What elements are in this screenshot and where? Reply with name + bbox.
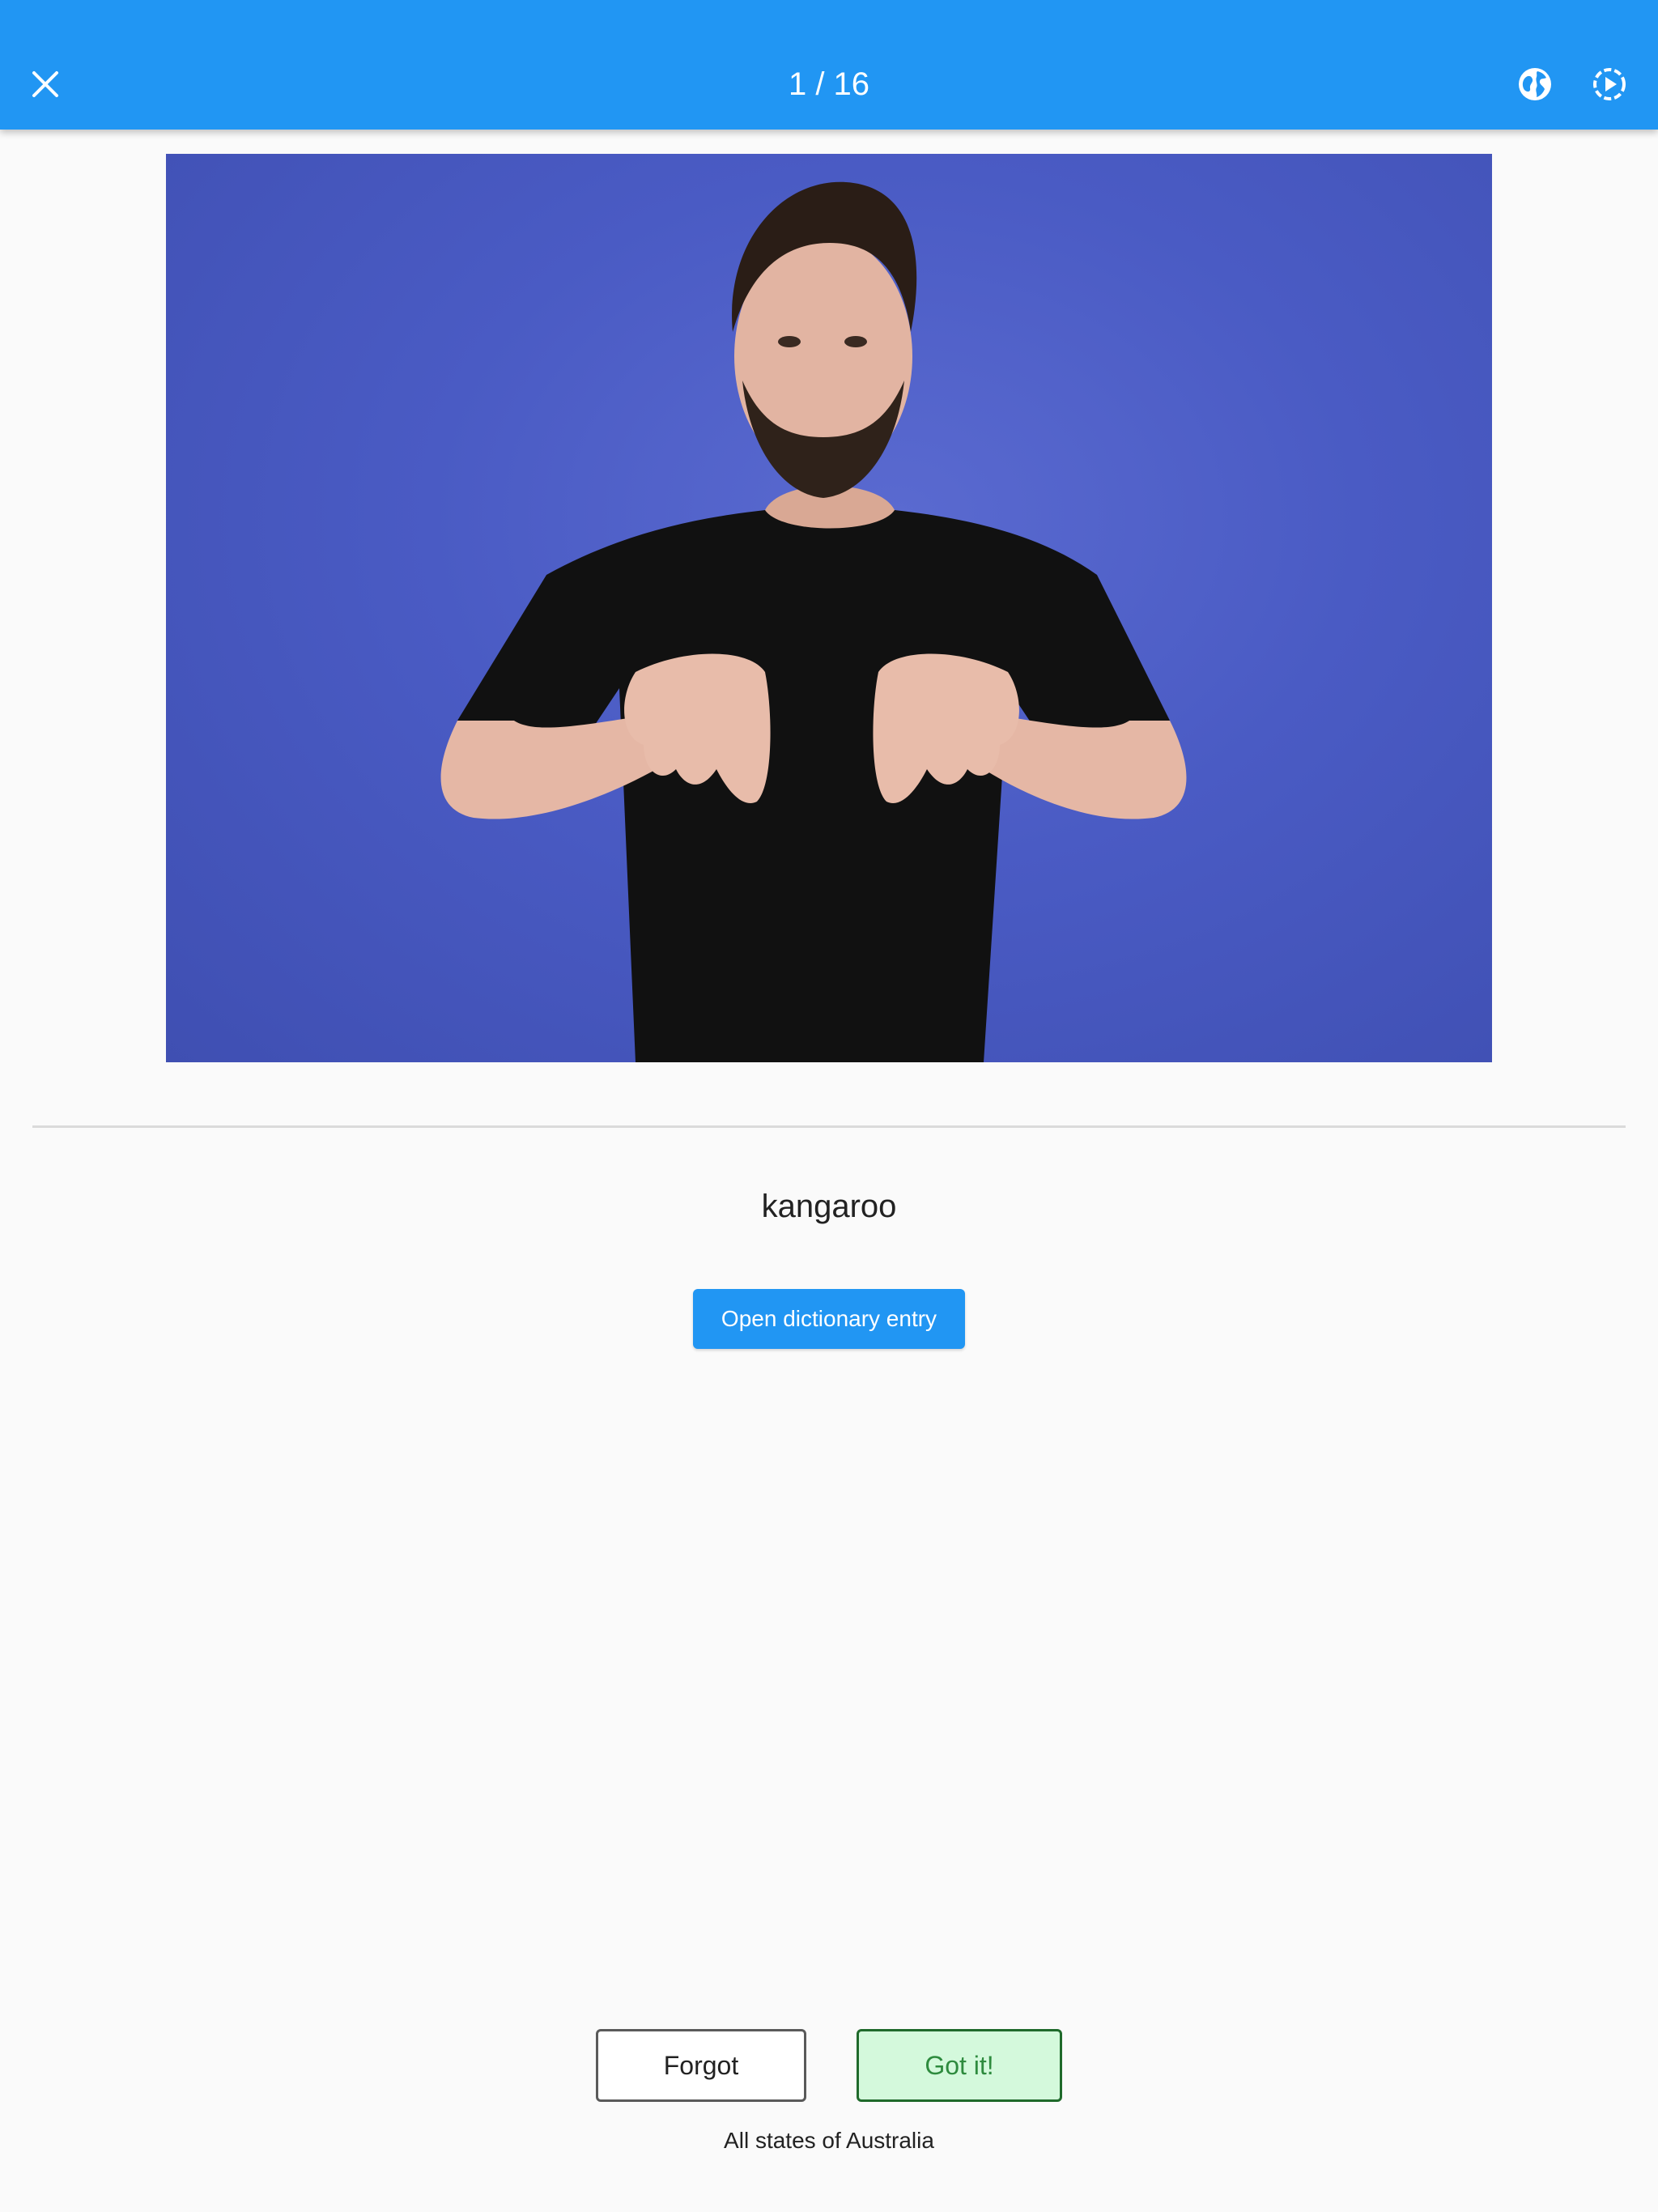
open-dictionary-entry-button[interactable]: Open dictionary entry (693, 1289, 965, 1349)
got-it-button[interactable]: Got it! (857, 2029, 1062, 2102)
forgot-button[interactable]: Forgot (596, 2029, 806, 2102)
sign-word: kangaroo (761, 1189, 897, 1224)
replay-icon (1593, 68, 1626, 100)
region-button[interactable] (1511, 60, 1559, 108)
sign-video[interactable] (166, 154, 1492, 1062)
globe-icon (1519, 68, 1551, 100)
replay-button[interactable] (1585, 60, 1634, 108)
signer-figure (440, 181, 1187, 1062)
region-label: All states of Australia (724, 2128, 934, 2153)
divider (32, 1125, 1626, 1128)
app-bar: 1 / 16 (0, 0, 1658, 130)
progress-title: 1 / 16 (788, 66, 870, 102)
